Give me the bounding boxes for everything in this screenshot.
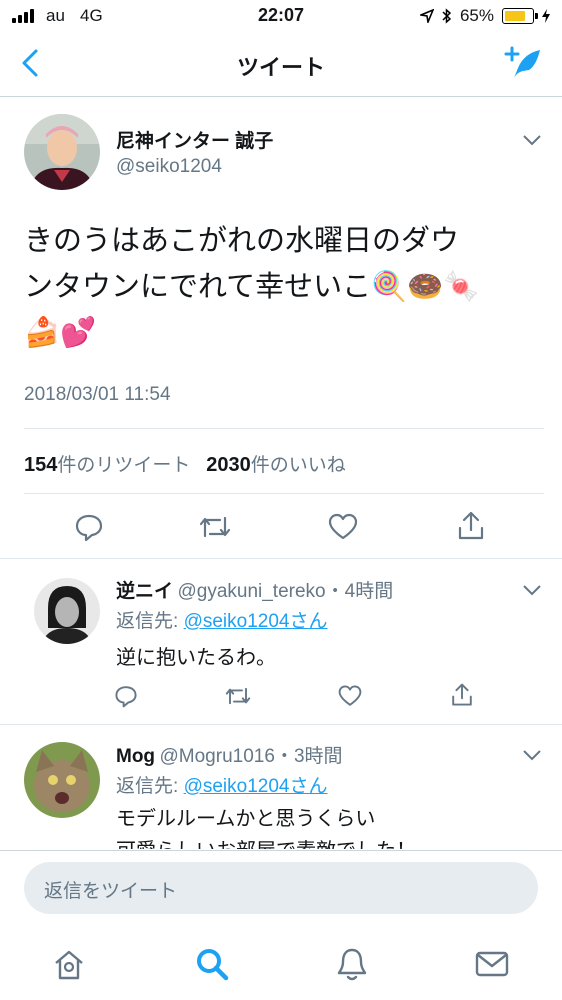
notifications-icon[interactable] <box>336 946 368 982</box>
share-icon[interactable] <box>450 682 474 708</box>
reply-author-handle[interactable]: @Mogru1016 <box>160 746 275 767</box>
reply-author-name[interactable]: 逆ニイ <box>116 581 173 602</box>
messages-icon[interactable] <box>474 950 510 978</box>
status-bar: au 4G 22:07 65% <box>0 0 562 32</box>
reply-avatar[interactable] <box>34 578 100 644</box>
reply-item: Mog @Mogru1016・3時間 返信先: @seiko1204さん モデル… <box>0 725 562 849</box>
reply-to-mention[interactable]: @seiko1204さん <box>184 611 328 632</box>
charging-icon <box>542 9 550 23</box>
location-icon <box>419 9 434 23</box>
tweet-timestamp: 2018/03/01 11:54 <box>24 384 171 405</box>
reply-text: 逆に抱いたるわ。 <box>116 647 276 669</box>
divider <box>0 558 562 559</box>
like-icon[interactable] <box>338 684 362 708</box>
reply-time: 4時間 <box>344 581 394 602</box>
reply-author-name[interactable]: Mog <box>116 746 155 767</box>
composer-placeholder: 返信をツイート <box>44 881 178 902</box>
tweet-text-line: きのうはあこがれの水曜日のダウ <box>24 225 460 257</box>
reply-author-handle[interactable]: @gyakuni_tereko <box>177 581 325 602</box>
battery-percent: 65% <box>459 6 494 25</box>
chevron-down-icon[interactable] <box>522 583 542 597</box>
tweet-text-line: ンタウンにでれて幸せいこ🍭🍩🍬 <box>24 271 480 303</box>
like-icon[interactable] <box>328 512 358 542</box>
reply-to-mention[interactable]: @seiko1204さん <box>184 776 328 797</box>
divider <box>24 493 544 494</box>
battery-icon <box>502 8 538 24</box>
reply-header: Mog @Mogru1016・3時間 <box>116 746 343 767</box>
nav-bar: ツイート <box>0 32 562 97</box>
retweet-stat[interactable]: 154件のリツイート <box>24 454 190 476</box>
like-stat[interactable]: 2030件のいいね <box>206 454 346 476</box>
compose-feather-icon[interactable] <box>502 44 542 84</box>
reply-to-line: 返信先: @seiko1204さん <box>116 611 328 632</box>
chevron-down-icon[interactable] <box>522 133 542 147</box>
reply-time: 3時間 <box>293 746 343 767</box>
author-name[interactable]: 尼神インター 誠子 <box>116 126 273 153</box>
divider <box>0 850 562 851</box>
tweet-text-line: 🍰💕 <box>24 317 97 349</box>
reply-composer[interactable]: 返信をツイート <box>24 862 538 914</box>
author-avatar[interactable] <box>24 114 100 190</box>
home-icon[interactable] <box>52 948 86 982</box>
chevron-down-icon[interactable] <box>522 748 542 762</box>
reply-header: 逆ニイ @gyakuni_tereko・4時間 <box>116 581 394 602</box>
reply-icon[interactable] <box>114 684 138 708</box>
reply-to-line: 返信先: @seiko1204さん <box>116 776 328 797</box>
tweet-text: きのうはあこがれの水曜日のダウ ンタウンにでれて幸せいこ🍭🍩🍬 🍰💕 <box>24 218 544 356</box>
reply-avatar[interactable] <box>24 742 100 818</box>
retweet-icon[interactable] <box>224 684 252 708</box>
share-icon[interactable] <box>456 510 486 542</box>
retweet-icon[interactable] <box>198 512 232 542</box>
reply-icon[interactable] <box>74 512 104 542</box>
author-handle[interactable]: @seiko1204 <box>116 156 222 178</box>
page-title: ツイート <box>236 55 325 80</box>
divider <box>24 428 544 429</box>
tweet-stats: 154件のリツイート 2030件のいいね <box>24 450 346 477</box>
reply-text: モデルルームかと思うくらい 可愛らしいお部屋で素敵でした！ <box>116 808 416 849</box>
bluetooth-icon <box>442 8 452 24</box>
search-icon[interactable] <box>194 946 230 982</box>
tab-bar <box>0 936 562 1000</box>
